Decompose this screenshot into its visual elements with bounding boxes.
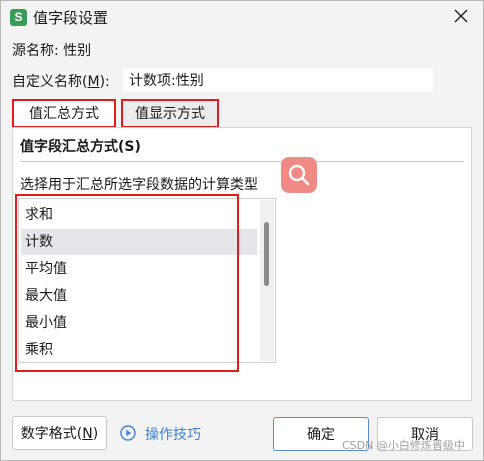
tab-summarize-values-by[interactable]: 值汇总方式 (12, 99, 116, 128)
scrollbar-thumb[interactable] (264, 222, 269, 286)
list-item-average[interactable]: 平均值 (21, 256, 257, 282)
list-item-min[interactable]: 最小值 (21, 310, 257, 336)
custom-name-label-prefix: 自定义名称( (12, 74, 88, 90)
custom-name-input[interactable] (123, 68, 433, 92)
dialog-title: 值字段设置 (33, 9, 109, 27)
number-format-label-suffix: ) (92, 426, 99, 442)
source-name-value: 性别 (63, 43, 92, 59)
number-format-button[interactable]: 数字格式(N) (12, 416, 107, 450)
group-title: 值字段汇总方式(S) (20, 139, 141, 155)
list-item-max[interactable]: 最大值 (21, 283, 257, 309)
value-field-settings-dialog: S 值字段设置 源名称: 性别 自定义名称(M): 值汇总方式 值显示方式 值字… (0, 0, 484, 461)
number-format-access-key: N (82, 426, 93, 442)
floating-search-button[interactable] (281, 157, 317, 193)
list-item-sum[interactable]: 求和 (21, 202, 257, 228)
play-circle-icon (120, 425, 136, 441)
watermark: CSDN @小白修炼晋级中 (342, 439, 465, 452)
title-bar: S 值字段设置 (1, 1, 483, 33)
tab-panel: 值字段汇总方式(S) 选择用于汇总所选字段数据的计算类型 求和 计数 平均值 最… (12, 127, 472, 401)
tab-show-values-as[interactable]: 值显示方式 (121, 99, 219, 128)
list-item-product[interactable]: 乘积 (21, 337, 257, 363)
operation-tips-label: 操作技巧 (145, 427, 201, 443)
number-format-label-prefix: 数字格式( (20, 426, 83, 442)
list-item-count[interactable]: 计数 (21, 229, 257, 255)
calculation-type-list[interactable]: 求和 计数 平均值 最大值 最小值 乘积 (18, 198, 276, 363)
source-name-label: 源名称: (12, 43, 59, 59)
group-divider (20, 161, 464, 162)
search-icon (288, 164, 310, 186)
spreadsheet-icon: S (10, 9, 27, 26)
custom-name-label-suffix: ): (99, 74, 110, 90)
custom-name-access-key: M (87, 74, 100, 90)
calculation-description: 选择用于汇总所选字段数据的计算类型 (20, 177, 258, 193)
source-name-row: 源名称: 性别 (12, 40, 91, 60)
custom-name-label: 自定义名称(M): (12, 71, 110, 91)
list-scrollbar[interactable] (260, 200, 274, 361)
close-icon[interactable] (449, 4, 473, 28)
